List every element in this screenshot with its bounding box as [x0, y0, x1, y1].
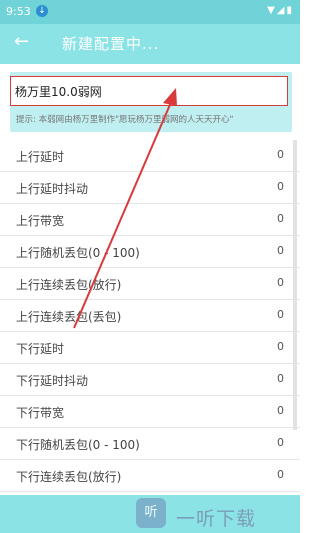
- setting-label: 下行连续丢包(放行): [16, 470, 122, 484]
- setting-row[interactable]: 上行连续丢包(丢包) 0: [0, 300, 300, 332]
- setting-value[interactable]: 0: [277, 212, 284, 225]
- setting-label: 下行延时抖动: [16, 374, 89, 388]
- settings-list: 上行延时 0 上行延时抖动 0 上行带宽 0 上行随机丢包(0 - 100) 0 上行连续丢包(…: [0, 140, 300, 492]
- app-bar: ← 新建配置中...: [0, 24, 300, 64]
- setting-row[interactable]: 下行带宽 0: [0, 396, 300, 428]
- scrollbar[interactable]: [293, 140, 297, 430]
- setting-row[interactable]: 上行随机丢包(0 - 100) 0: [0, 236, 300, 268]
- config-tip: 提示: 本弱网由杨万里制作"愿玩杨万里弱网的人天天开心": [16, 115, 234, 125]
- setting-row[interactable]: 上行连续丢包(放行) 0: [0, 268, 300, 300]
- setting-row[interactable]: 下行延时 0: [0, 332, 300, 364]
- page-title: 新建配置中...: [62, 35, 160, 53]
- status-bar: 9:53 ↓ ▼◢▮: [0, 0, 300, 24]
- status-time: 9:53: [6, 5, 31, 18]
- setting-value[interactable]: 0: [277, 468, 284, 481]
- setting-label: 上行连续丢包(放行): [16, 278, 122, 292]
- setting-row[interactable]: 上行延时抖动 0: [0, 172, 300, 204]
- download-icon: ↓: [36, 5, 48, 17]
- back-arrow-icon[interactable]: ←: [14, 31, 29, 52]
- setting-row[interactable]: 上行延时 0: [0, 140, 300, 172]
- setting-value[interactable]: 0: [277, 308, 284, 321]
- setting-value[interactable]: 0: [277, 340, 284, 353]
- setting-value[interactable]: 0: [277, 436, 284, 449]
- setting-value[interactable]: 0: [277, 180, 284, 193]
- setting-value[interactable]: 0: [277, 244, 284, 257]
- config-name-field[interactable]: 杨万里10.0弱网: [10, 76, 288, 106]
- watermark-logo-icon: 听: [136, 498, 166, 528]
- setting-value[interactable]: 0: [277, 404, 284, 417]
- setting-label: 下行带宽: [16, 406, 65, 420]
- setting-row[interactable]: 下行延时抖动 0: [0, 364, 300, 396]
- setting-value[interactable]: 0: [277, 276, 284, 289]
- setting-row[interactable]: 下行随机丢包(0 - 100) 0: [0, 428, 300, 460]
- setting-label: 上行延时: [16, 150, 65, 164]
- setting-label: 上行连续丢包(丢包): [16, 310, 122, 324]
- watermark-text: 一听下载: [176, 508, 257, 530]
- setting-value[interactable]: 0: [277, 372, 284, 385]
- setting-row[interactable]: 下行连续丢包(放行) 0: [0, 460, 300, 492]
- setting-label: 下行随机丢包(0 - 100): [16, 438, 140, 452]
- setting-label: 上行延时抖动: [16, 182, 89, 196]
- setting-label: 上行随机丢包(0 - 100): [16, 246, 140, 260]
- setting-label: 上行带宽: [16, 214, 65, 228]
- setting-value[interactable]: 0: [277, 148, 284, 161]
- status-icons: ▼◢▮: [267, 5, 294, 16]
- config-name-value: 杨万里10.0弱网: [15, 85, 102, 99]
- setting-row[interactable]: 上行带宽 0: [0, 204, 300, 236]
- setting-label: 下行延时: [16, 342, 65, 356]
